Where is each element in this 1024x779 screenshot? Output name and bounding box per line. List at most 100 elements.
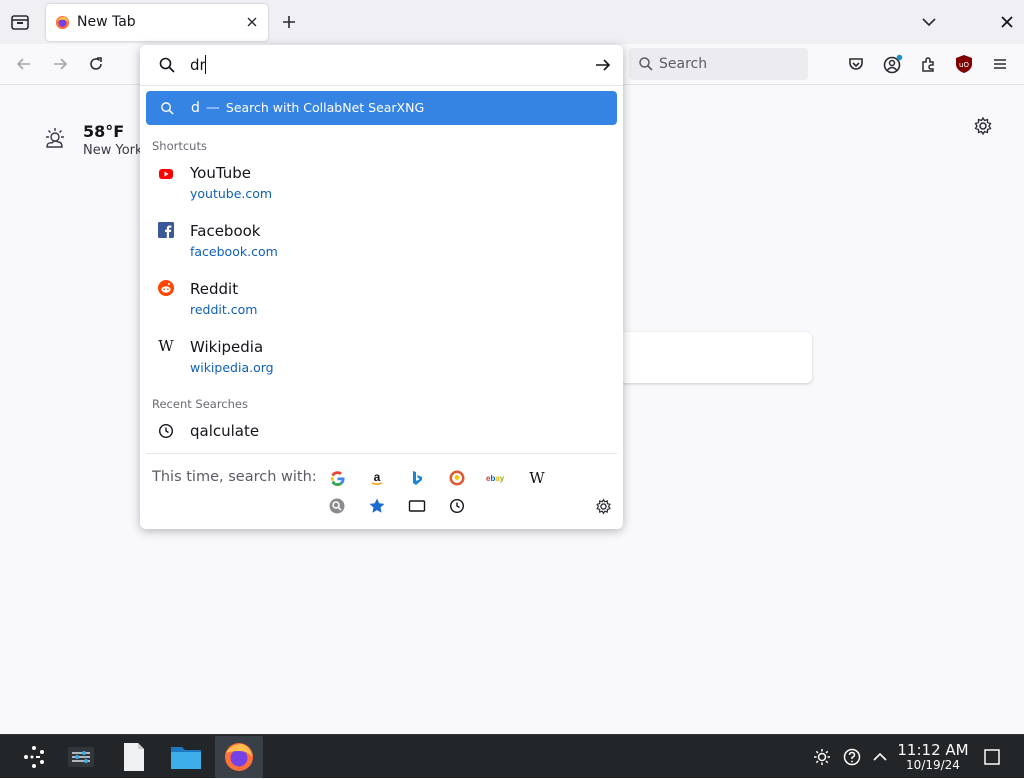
plus-icon xyxy=(283,16,295,28)
firefox-favicon-icon xyxy=(55,15,70,30)
ebay-icon: ebay xyxy=(486,474,505,483)
gear-icon xyxy=(974,116,992,136)
oneoff-tabs[interactable] xyxy=(406,495,428,517)
text-caret xyxy=(205,55,206,74)
recent-searches-group-label: Recent Searches xyxy=(152,397,248,411)
reload-button[interactable] xyxy=(86,54,106,74)
back-button[interactable] xyxy=(14,54,34,74)
weather-location: New York xyxy=(83,143,143,158)
recent-search-text: qalculate xyxy=(190,422,260,440)
firefox-view-button[interactable] xyxy=(8,11,32,33)
document-icon xyxy=(124,743,144,771)
list-all-tabs-button[interactable] xyxy=(919,12,939,32)
tabs-icon xyxy=(408,500,426,512)
search-icon xyxy=(161,102,174,115)
chevron-down-icon xyxy=(922,18,936,27)
puzzle-icon xyxy=(922,57,934,72)
suggestion-action: Search with CollabNet SearXNG xyxy=(225,100,425,115)
clock-icon xyxy=(158,423,174,439)
search-placeholder: Search xyxy=(659,56,708,72)
shortcut-wikipedia[interactable]: W Wikipedia wikipedia.org xyxy=(146,338,617,392)
brightness-icon xyxy=(814,749,830,765)
reload-icon xyxy=(90,57,102,70)
app-menu-button[interactable] xyxy=(990,54,1010,74)
shortcut-title: Wikipedia xyxy=(190,338,264,356)
svg-text:ebay: ebay xyxy=(486,474,505,483)
tray-help[interactable] xyxy=(842,747,862,767)
reddit-icon xyxy=(158,280,174,296)
search-icon xyxy=(159,57,175,73)
ublock-origin-button[interactable]: uO xyxy=(955,54,973,74)
tray-brightness[interactable] xyxy=(812,747,832,767)
urlbar-input[interactable] xyxy=(190,53,590,77)
oneoff-history[interactable] xyxy=(446,495,468,517)
taskbar-system-settings[interactable] xyxy=(60,737,102,777)
svg-text:uO: uO xyxy=(959,61,969,69)
taskbar-text-editor[interactable] xyxy=(113,737,155,777)
folder-icon xyxy=(171,747,201,769)
shortcut-facebook[interactable]: Facebook facebook.com xyxy=(146,222,617,276)
divider xyxy=(140,85,623,86)
show-desktop-button[interactable] xyxy=(982,747,1002,767)
close-icon xyxy=(1001,16,1013,28)
oneoff-duckduckgo[interactable] xyxy=(446,467,468,489)
oneoff-searxng[interactable] xyxy=(326,495,348,517)
taskbar-firefox[interactable] xyxy=(215,736,263,778)
new-tab-button[interactable] xyxy=(279,12,299,32)
newtab-search-card[interactable] xyxy=(620,332,812,383)
search-icon xyxy=(639,57,653,71)
partly-sunny-icon xyxy=(46,128,64,148)
toolbar-search-box[interactable]: Search xyxy=(629,48,808,80)
shortcut-title: Reddit xyxy=(190,280,239,298)
shortcuts-group-label: Shortcuts xyxy=(152,139,207,153)
bing-icon xyxy=(413,471,422,485)
extensions-button[interactable] xyxy=(919,54,939,74)
tab-title: New Tab xyxy=(77,14,136,30)
search-suggestion-text: d — Search with CollabNet SearXNG xyxy=(191,100,424,116)
shortcut-url: wikipedia.org xyxy=(190,360,274,375)
pocket-icon xyxy=(849,58,863,70)
settings-sliders-icon xyxy=(68,747,94,767)
taskbar-file-manager[interactable] xyxy=(165,737,207,777)
oneoff-ebay[interactable]: ebay xyxy=(486,467,510,489)
close-icon xyxy=(247,17,257,27)
recent-search-row[interactable]: qalculate xyxy=(146,418,617,448)
search-settings-button[interactable] xyxy=(592,495,614,517)
shortcut-url: youtube.com xyxy=(190,186,273,201)
account-button[interactable] xyxy=(882,53,904,75)
oneoff-amazon[interactable]: a xyxy=(366,467,388,489)
clock-time: 11:12 AM xyxy=(897,741,969,759)
window-close-button[interactable] xyxy=(997,12,1017,32)
arrow-right-icon xyxy=(596,59,611,71)
youtube-icon xyxy=(159,169,173,179)
oneoff-bing[interactable] xyxy=(406,467,428,489)
shortcut-title: YouTube xyxy=(190,164,251,182)
digital-clock[interactable]: 11:12 AM 10/19/24 xyxy=(896,735,970,779)
tray-expand-button[interactable] xyxy=(870,747,890,767)
firefox-view-icon xyxy=(11,15,29,30)
oneoff-bookmarks[interactable] xyxy=(366,495,388,517)
chevron-up-icon xyxy=(873,752,887,761)
forward-button[interactable] xyxy=(50,54,70,74)
oneoff-google[interactable] xyxy=(326,467,348,489)
bookmarks-star-icon xyxy=(369,498,385,513)
facebook-icon xyxy=(158,222,174,238)
app-launcher-icon xyxy=(24,746,44,768)
firefox-icon xyxy=(225,743,253,771)
tab-strip: New Tab xyxy=(0,0,1024,44)
app-launcher-button[interactable] xyxy=(13,737,55,777)
shortcut-reddit[interactable]: Reddit reddit.com xyxy=(146,280,617,334)
search-suggestion-row[interactable]: d — Search with CollabNet SearXNG xyxy=(146,91,617,125)
go-button[interactable] xyxy=(593,55,613,75)
customize-newtab-button[interactable] xyxy=(973,116,993,136)
divider xyxy=(146,453,617,454)
shortcut-url: facebook.com xyxy=(190,244,278,259)
suggestion-separator: — xyxy=(205,100,220,116)
svg-text:a: a xyxy=(374,470,381,484)
oneoff-wikipedia[interactable]: W xyxy=(526,467,548,489)
tab-new-tab[interactable]: New Tab xyxy=(46,4,268,41)
tab-close-button[interactable] xyxy=(244,14,260,30)
shortcut-youtube[interactable]: YouTube youtube.com xyxy=(146,164,617,218)
pocket-button[interactable] xyxy=(846,54,866,74)
help-icon xyxy=(843,748,861,766)
